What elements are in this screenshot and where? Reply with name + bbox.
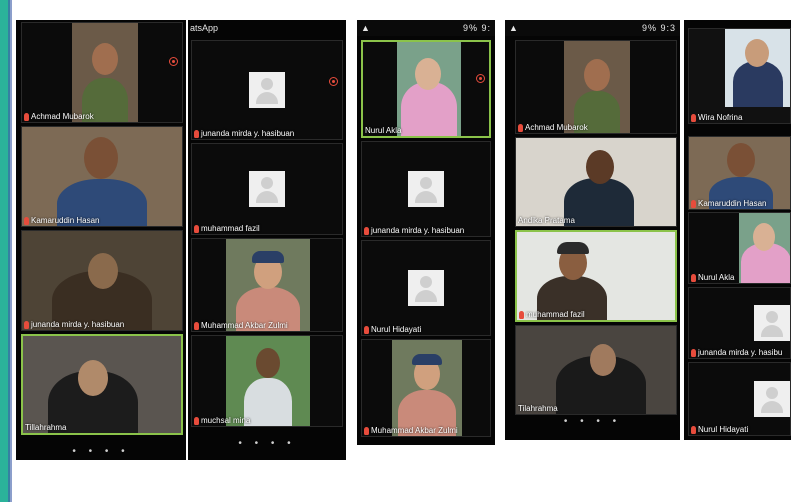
phone-screen-2: atsApp junanda mirda y. hasibuan muhamma… [188,20,346,460]
video-tile[interactable]: Kamaruddin Hasan [688,136,791,210]
phone-screen-5: Wira Nofrina Kamaruddin Hasan Nurul Akla… [684,20,791,440]
participant-name: Achmad Mubarok [31,112,94,121]
mic-icon [691,199,696,208]
left-accent-bar [0,0,12,502]
mic-icon [691,273,696,282]
participant-name: Muhammad Akbar Zulmi [371,426,458,435]
video-tile[interactable]: Muhammad Akbar Zulmi [361,339,491,437]
video-tile[interactable]: Achmad Mubarok [515,40,677,134]
participant-name: Tillahrahma [25,423,67,432]
mic-icon [24,216,29,225]
status-icons: 9% 9: [462,23,491,33]
warning-icon: ▲ [361,23,370,33]
participant-name: Kamaruddin Hasan [31,216,100,225]
video-tile[interactable]: junanda mirda y. hasibuan [191,40,343,140]
participant-name: Nurul Akla [365,126,402,135]
page-indicator: • • • • [72,446,130,457]
record-icon [169,57,178,66]
mic-icon [194,224,199,233]
avatar-placeholder-icon [754,381,790,417]
video-tile[interactable]: muhammad fazil [191,143,343,235]
participant-name: junanda mirda y. hasibu [698,348,783,357]
participant-name: muhammad fazil [526,310,585,319]
mic-icon [519,310,524,319]
app-title: atsApp [190,23,219,33]
phone-screen-1: Achmad Mubarok Kamaruddin Hasan junanda … [16,20,186,460]
participant-name: Nurul Hidayati [698,425,749,434]
participant-name: Wira Nofrina [698,113,743,122]
avatar-placeholder-icon [754,305,790,341]
video-tile[interactable]: Kamaruddin Hasan [21,126,183,227]
participant-name: junanda mirda y. hasibuan [31,320,125,329]
participant-name: Nurul Akla [698,273,735,282]
participant-name: Andika Pratama [518,216,575,225]
mic-icon [364,426,369,435]
record-icon [476,74,485,83]
mic-icon [364,325,369,334]
participant-name: junanda mirda y. hasibuan [371,226,465,235]
video-tile[interactable]: junanda mirda y. hasibuan [361,141,491,237]
video-tile[interactable]: Andika Pratama [515,137,677,227]
video-tile[interactable]: junanda mirda y. hasibu [688,287,791,359]
page-indicator: • • • • [563,416,622,427]
participant-name: muchsal mina [201,416,251,425]
mic-icon [194,129,199,138]
participant-name: junanda mirda y. hasibuan [201,129,295,138]
participant-name: Achmad Mubarok [525,123,588,132]
video-tile[interactable]: Nurul Hidayati [361,240,491,336]
video-tile[interactable]: junanda mirda y. hasibuan [21,230,183,331]
video-tile[interactable]: Tilahrahma [515,325,677,415]
mic-icon [364,226,369,235]
phone-screen-4: ▲ 9% 9:3 Achmad Mubarok Andika Pratama mu… [505,20,680,440]
video-tile[interactable]: Nurul Hidayati [688,362,791,436]
avatar-placeholder-icon [249,72,285,108]
status-icons: 9% 9:3 [641,23,676,33]
mic-icon [691,425,696,434]
participant-name: Nurul Hidayati [371,325,422,334]
phone-screen-3: ▲ 9% 9: Nurul Akla junanda mirda y. hasib… [357,20,495,445]
video-tile[interactable]: muchsal mina [191,335,343,427]
status-bar: ▲ 9% 9: [357,20,495,36]
participant-name: muhammad fazil [201,224,260,233]
participant-name: Tilahrahma [518,404,558,413]
video-tile[interactable]: Wira Nofrina [688,28,791,124]
video-tile[interactable]: Muhammad Akbar Zulmi [191,238,343,332]
mic-icon [24,112,29,121]
status-bar: ▲ 9% 9:3 [505,20,680,36]
mic-icon [518,123,523,132]
video-tile-active[interactable]: Nurul Akla [361,40,491,138]
participant-name: Kamaruddin Hasan [698,199,767,208]
mic-icon [24,320,29,329]
video-tile[interactable]: Achmad Mubarok [21,22,183,123]
avatar-placeholder-icon [408,171,444,207]
warning-icon: ▲ [509,23,518,33]
mic-icon [691,348,696,357]
avatar-placeholder-icon [408,270,444,306]
video-tile[interactable]: Nurul Akla [688,212,791,284]
participant-name: Muhammad Akbar Zulmi [201,321,288,330]
mic-icon [194,321,199,330]
avatar-placeholder-icon [249,171,285,207]
record-icon [329,77,338,86]
video-tile-active[interactable]: muhammad fazil [515,230,677,322]
mic-icon [691,113,696,122]
mic-icon [194,416,199,425]
video-tile-active[interactable]: Tillahrahma [21,334,183,435]
page-indicator: • • • • [238,438,296,449]
